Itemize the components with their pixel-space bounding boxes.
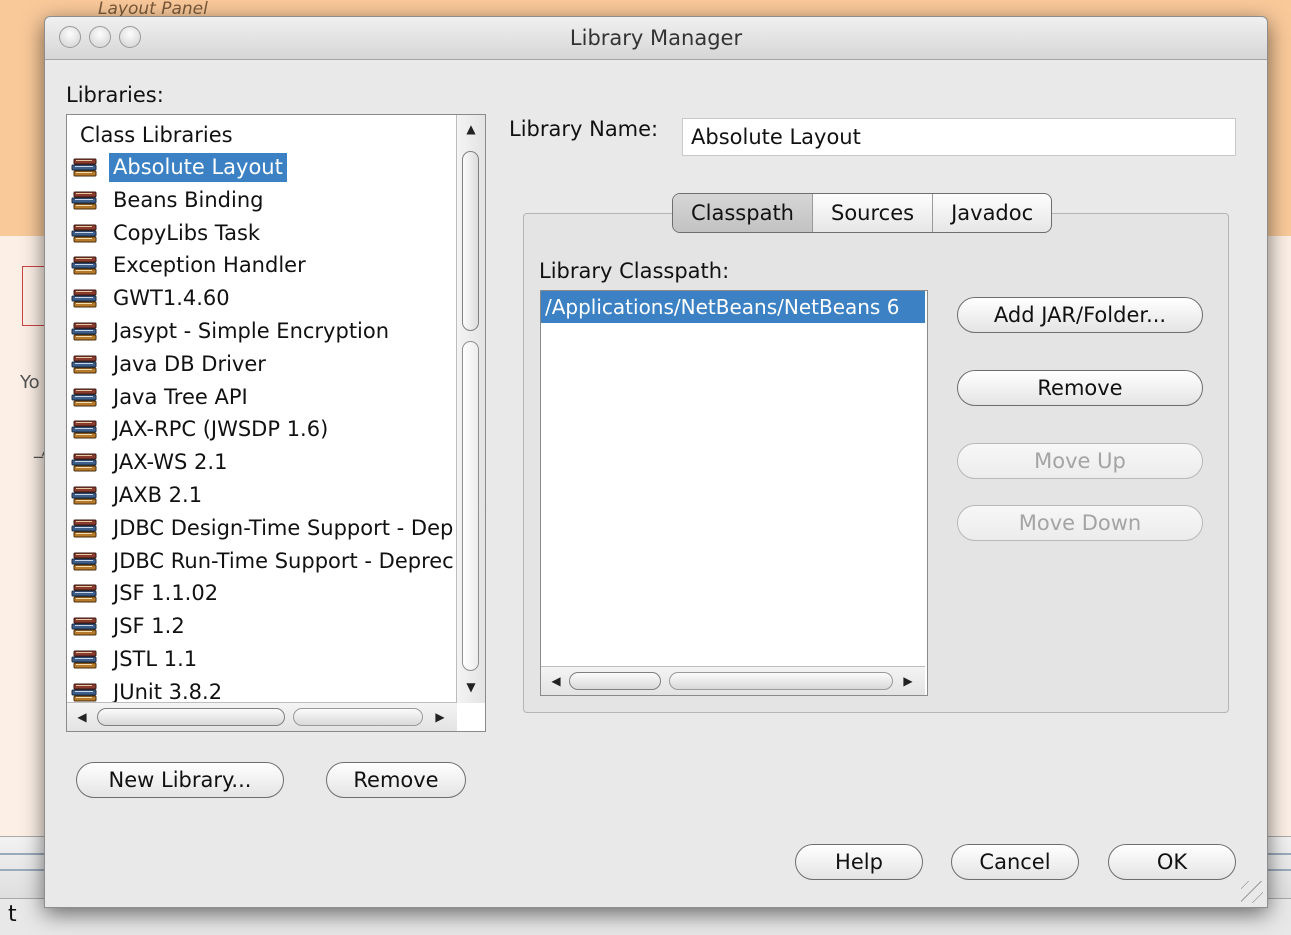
scroll-left-arrow-icon[interactable]: ◀	[71, 707, 93, 727]
category-header: Class Libraries	[80, 123, 233, 147]
library-books-icon	[71, 451, 101, 475]
library-books-icon	[71, 418, 101, 442]
library-books-icon	[71, 254, 101, 278]
library-item[interactable]: JAX-WS 2.1	[71, 447, 231, 478]
resize-grip-icon[interactable]	[1241, 881, 1263, 903]
library-item[interactable]: Absolute Layout	[71, 152, 287, 183]
library-item-label: JSF 1.1.02	[113, 581, 219, 606]
cp-scroll-right-arrow-icon[interactable]: ▶	[897, 671, 919, 691]
tab-classpath[interactable]: Classpath	[673, 194, 813, 232]
scroll-down-arrow-icon[interactable]: ▼	[460, 677, 482, 697]
library-books-icon	[71, 550, 101, 574]
library-item[interactable]: GWT1.4.60	[71, 283, 234, 314]
library-manager-dialog: Library Manager Libraries: Class Librari…	[44, 16, 1268, 908]
library-item-label: JAX-WS 2.1	[113, 450, 228, 475]
classpath-label: Library Classpath:	[539, 259, 730, 283]
background-text: Yo	[20, 372, 40, 393]
library-books-icon	[71, 320, 101, 344]
library-item[interactable]: Java DB Driver	[71, 349, 270, 380]
cancel-button[interactable]: Cancel	[951, 844, 1079, 880]
horizontal-scroll-track[interactable]	[293, 708, 423, 726]
library-item[interactable]: JAXB 2.1	[71, 480, 206, 511]
library-item-label: JDBC Run-Time Support - Deprecated	[113, 548, 455, 573]
title-bar[interactable]: Library Manager	[45, 17, 1267, 60]
scroll-up-arrow-icon[interactable]: ▲	[460, 119, 482, 139]
library-item[interactable]: JDBC Run-Time Support - Deprecated	[71, 546, 455, 577]
library-item[interactable]: JDBC Design-Time Support - Deprecated	[71, 513, 455, 544]
library-item-label: Exception Handler	[113, 253, 306, 278]
library-item[interactable]: Exception Handler	[71, 250, 310, 281]
libraries-list-items: Class Libraries Absolute Layout Beans Bin…	[67, 115, 455, 703]
library-books-icon	[71, 681, 101, 703]
library-books-icon	[71, 156, 101, 180]
library-books-icon	[71, 222, 101, 246]
library-item[interactable]: JAX-RPC (JWSDP 1.6)	[71, 414, 332, 445]
library-item[interactable]: JSF 1.2	[71, 611, 189, 642]
libraries-horizontal-scrollbar[interactable]: ◀ ▶	[67, 702, 457, 731]
vertical-scroll-thumb[interactable]	[462, 151, 479, 331]
classpath-horizontal-scrollbar[interactable]: ◀ ▶	[541, 666, 925, 695]
library-item-label: JAX-RPC (JWSDP 1.6)	[113, 417, 329, 442]
libraries-list[interactable]: Class Libraries Absolute Layout Beans Bin…	[66, 114, 486, 732]
tab-javadoc[interactable]: Javadoc	[933, 194, 1051, 232]
new-library-button[interactable]: New Library...	[76, 762, 284, 798]
library-item-label: Jasypt - Simple Encryption	[113, 319, 390, 343]
library-books-icon	[71, 484, 101, 508]
background-status-text: t	[8, 902, 17, 927]
classpath-entry[interactable]: /Applications/NetBeans/NetBeans 6	[541, 291, 925, 323]
horizontal-scroll-thumb[interactable]	[97, 708, 285, 726]
move-up-button[interactable]: Move Up	[957, 443, 1203, 479]
library-item-label: JDBC Design-Time Support - Deprecated	[113, 515, 455, 540]
library-name-field[interactable]	[682, 118, 1236, 156]
library-item[interactable]: Jasypt - Simple Encryption	[71, 316, 393, 347]
library-item-label: GWT1.4.60	[113, 286, 230, 311]
library-item-label: JAXB 2.1	[113, 483, 203, 507]
vertical-scroll-track[interactable]	[462, 341, 479, 671]
library-item-label: JUnit 3.8.2	[113, 679, 223, 703]
library-books-icon	[71, 287, 101, 311]
library-books-icon	[71, 353, 101, 377]
library-books-icon	[71, 648, 101, 672]
library-books-icon	[71, 517, 101, 541]
library-item[interactable]: JSTL 1.1	[71, 644, 201, 675]
help-button[interactable]: Help	[795, 844, 923, 880]
library-item-label: JSTL 1.1	[113, 647, 198, 671]
cp-horizontal-scroll-track[interactable]	[669, 672, 893, 690]
libraries-vertical-scrollbar[interactable]: ▲ ▼	[456, 115, 485, 703]
remove-library-button[interactable]: Remove	[326, 762, 466, 798]
library-name-label: Library Name:	[509, 117, 659, 141]
library-item[interactable]: Beans Binding	[71, 185, 267, 216]
classpath-list[interactable]: /Applications/NetBeans/NetBeans 6 ◀ ▶	[540, 290, 928, 696]
ok-button[interactable]: OK	[1108, 844, 1236, 880]
move-down-button[interactable]: Move Down	[957, 505, 1203, 541]
libraries-label: Libraries:	[66, 83, 164, 107]
tab-sources[interactable]: Sources	[813, 194, 934, 232]
dialog-title: Library Manager	[569, 26, 743, 50]
library-item[interactable]: JSF 1.1.02	[71, 578, 222, 609]
library-item-label: JSF 1.2	[113, 614, 185, 639]
library-books-icon	[71, 582, 101, 606]
library-item-label: CopyLibs Task	[113, 220, 261, 245]
tab-bar: Classpath Sources Javadoc	[672, 193, 1053, 233]
library-item-label: Java DB Driver	[113, 351, 266, 376]
library-item[interactable]: Java Tree API	[71, 382, 252, 413]
library-books-icon	[71, 189, 101, 213]
library-item-label: Java Tree API	[113, 384, 248, 409]
add-jar-folder-button[interactable]: Add JAR/Folder...	[957, 297, 1203, 333]
library-item[interactable]: JUnit 3.8.2	[71, 677, 226, 703]
library-books-icon	[71, 615, 101, 639]
library-item[interactable]: CopyLibs Task	[71, 218, 264, 249]
library-books-icon	[71, 386, 101, 410]
library-item-label: Absolute Layout	[109, 153, 287, 182]
cp-horizontal-scroll-thumb[interactable]	[569, 672, 661, 690]
scroll-right-arrow-icon[interactable]: ▶	[429, 707, 451, 727]
remove-entry-button[interactable]: Remove	[957, 370, 1203, 406]
library-item-label: Beans Binding	[113, 187, 264, 212]
cp-scroll-left-arrow-icon[interactable]: ◀	[545, 671, 567, 691]
